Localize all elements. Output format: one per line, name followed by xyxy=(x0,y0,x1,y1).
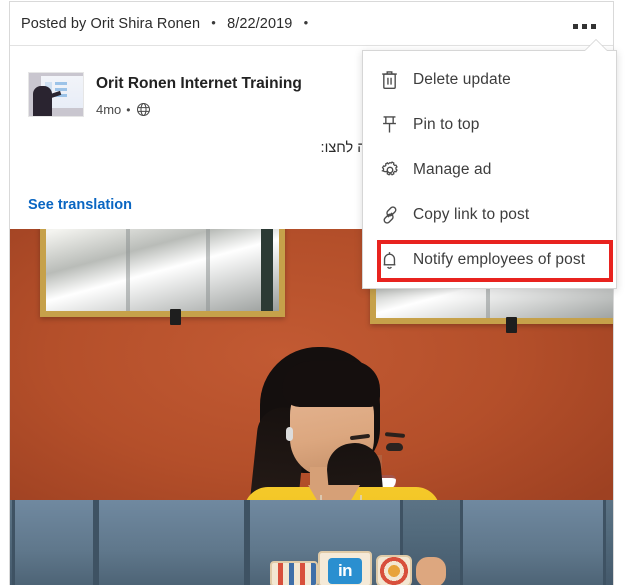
screenshot-root: Posted by Orit Shira Ronen • 8/22/2019 • xyxy=(0,0,625,585)
header-separator-1: • xyxy=(211,15,216,30)
eyebrow xyxy=(384,432,406,438)
link-icon xyxy=(379,204,413,226)
posted-by-prefix: Posted by xyxy=(21,16,87,32)
ellipsis-dot xyxy=(591,24,596,29)
avatar-screen-line xyxy=(55,88,67,91)
eye xyxy=(386,443,403,451)
ellipsis-dot xyxy=(573,24,578,29)
sofa-cushion xyxy=(460,500,606,585)
mirror-hook xyxy=(170,309,181,325)
menu-item-label: Copy link to post xyxy=(413,205,530,223)
avatar-screen-line xyxy=(55,82,67,85)
menu-item-delete-update[interactable]: Delete update xyxy=(363,57,616,102)
author-meta: 4mo • xyxy=(96,102,151,117)
post-header: Posted by Orit Shira Ronen • 8/22/2019 • xyxy=(10,2,613,46)
author-name[interactable]: Orit Ronen Internet Training xyxy=(96,75,302,93)
linkedin-icon: in xyxy=(328,558,362,584)
menu-item-copy-link-to-post[interactable]: Copy link to post xyxy=(363,192,616,237)
menu-item-label: Delete update xyxy=(413,70,511,88)
bell-icon xyxy=(379,249,413,271)
avatar[interactable] xyxy=(28,72,84,117)
linkedin-logo-cookie: in xyxy=(318,551,372,585)
mirror-pane-split xyxy=(126,229,130,311)
trash-icon xyxy=(379,69,413,91)
globe-icon xyxy=(136,102,151,117)
menu-item-pin-to-top[interactable]: Pin to top xyxy=(363,102,616,147)
hand xyxy=(416,557,446,585)
menu-item-label: Manage ad xyxy=(413,160,492,178)
hair-front xyxy=(282,361,380,407)
ellipsis-icon[interactable] xyxy=(565,12,605,38)
cookie-group: in xyxy=(270,551,446,585)
menu-item-notify-employees-of-post[interactable]: Notify employees of post xyxy=(363,237,616,282)
striped-cookie xyxy=(270,561,318,585)
earring xyxy=(286,427,293,441)
post-actions-dropdown: Delete update Pin to top Manage ad Copy … xyxy=(362,50,617,289)
mirror-dark-edge xyxy=(261,229,273,311)
meta-separator: • xyxy=(126,102,131,117)
menu-item-manage-ad[interactable]: Manage ad xyxy=(363,147,616,192)
sofa-cushion xyxy=(96,500,247,585)
framed-mirror xyxy=(40,229,285,317)
see-translation-link[interactable]: See translation xyxy=(28,197,132,213)
avatar-person xyxy=(33,86,52,116)
posted-by-line: Posted by Orit Shira Ronen • 8/22/2019 • xyxy=(21,15,315,32)
ellipsis-dot xyxy=(582,24,587,29)
dropdown-caret xyxy=(585,40,607,51)
sofa-cushion xyxy=(12,500,96,585)
gear-icon xyxy=(379,159,413,181)
mirror-hook xyxy=(506,317,517,333)
posted-date: 8/22/2019 xyxy=(227,16,293,32)
mirror-pane-split xyxy=(206,229,210,311)
post-time-ago: 4mo xyxy=(96,102,122,117)
header-separator-2: • xyxy=(303,15,309,30)
menu-item-label: Pin to top xyxy=(413,115,480,133)
pin-icon xyxy=(379,114,413,136)
posted-by-author: Orit Shira Ronen xyxy=(90,16,201,32)
ring-cookie xyxy=(376,555,412,585)
eyebrow xyxy=(349,433,371,441)
menu-item-label: Notify employees of post xyxy=(413,250,586,268)
